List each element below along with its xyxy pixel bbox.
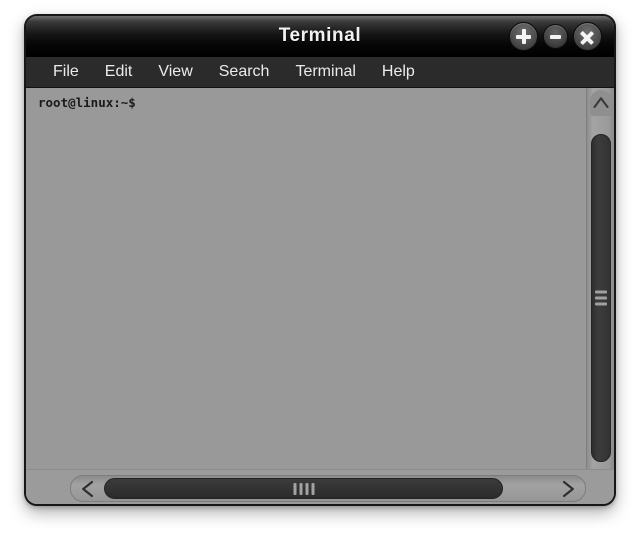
menu-item-file[interactable]: File: [40, 61, 92, 84]
window-controls: [509, 22, 602, 51]
chevron-up-icon: [593, 97, 609, 108]
horizontal-scrollbar[interactable]: [70, 475, 586, 502]
chevron-left-icon: [82, 480, 94, 497]
scroll-up-button[interactable]: [590, 90, 612, 116]
menu-item-help[interactable]: Help: [369, 61, 428, 84]
terminal-output-area[interactable]: root@linux:~$: [26, 88, 586, 504]
horizontal-scrollbar-area: [26, 469, 614, 504]
vertical-thumb-grip: [595, 290, 607, 306]
menu-item-terminal[interactable]: Terminal: [282, 61, 368, 84]
terminal-body: root@linux:~$: [26, 88, 614, 504]
titlebar[interactable]: Terminal: [26, 16, 614, 57]
horizontal-scrollbar-thumb[interactable]: [104, 478, 503, 499]
vertical-scrollbar[interactable]: [586, 88, 614, 504]
minimize-button[interactable]: [543, 24, 568, 49]
menubar: File Edit View Search Terminal Help: [26, 57, 614, 88]
chevron-right-icon: [562, 480, 574, 497]
scroll-left-button[interactable]: [71, 476, 105, 501]
menu-item-search[interactable]: Search: [206, 61, 283, 84]
terminal-window: Terminal File Edit View Search Terminal …: [24, 14, 616, 506]
horizontal-thumb-grip: [293, 482, 314, 495]
vertical-scrollbar-thumb[interactable]: [591, 134, 611, 462]
screen: Terminal File Edit View Search Terminal …: [0, 0, 640, 533]
scroll-right-button[interactable]: [551, 476, 585, 501]
menu-item-view[interactable]: View: [145, 61, 205, 84]
minus-icon: [549, 35, 562, 39]
plus-icon-vertical: [522, 28, 526, 45]
terminal-prompt-line: root@linux:~$: [38, 95, 136, 110]
menu-item-edit[interactable]: Edit: [92, 61, 146, 84]
maximize-button[interactable]: [509, 22, 538, 51]
close-button[interactable]: [573, 22, 602, 51]
